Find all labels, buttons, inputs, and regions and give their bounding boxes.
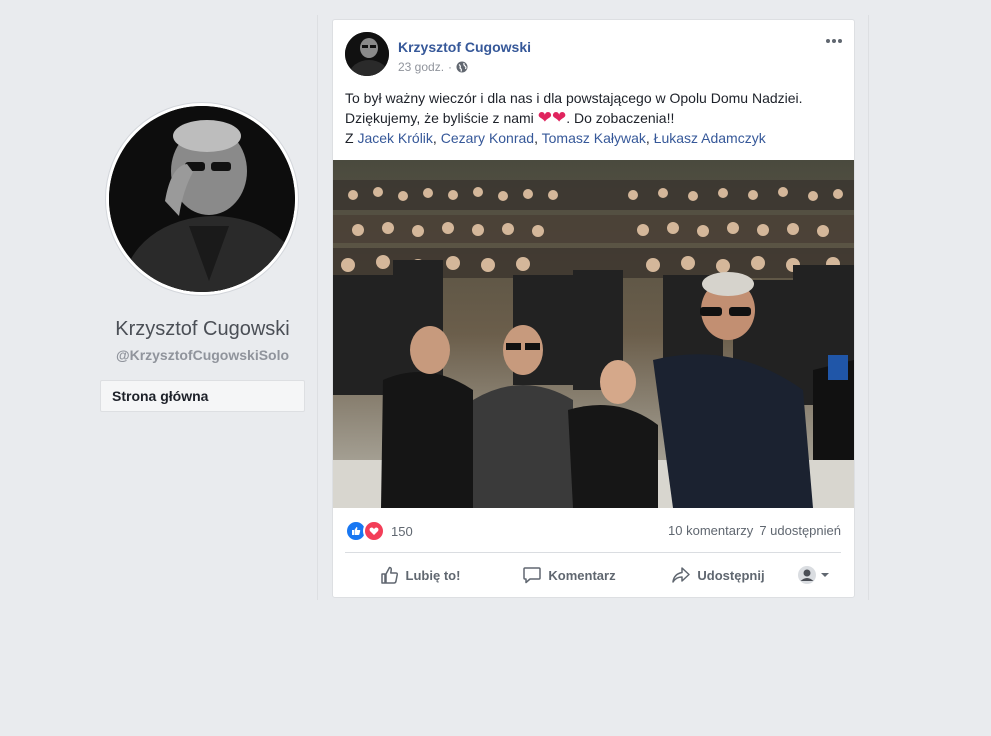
tagged-person[interactable]: Łukasz Adamczyk [654,130,766,146]
post-photo[interactable] [333,160,854,508]
tagged-person[interactable]: Jacek Królik [357,130,432,146]
like-label: Lubię to! [405,567,461,583]
reactions-summary[interactable]: 150 [345,520,413,542]
post-author-avatar[interactable] [345,32,389,76]
reaction-count: 150 [391,523,413,539]
share-button[interactable]: Udostępnij [643,565,793,585]
thumbs-up-icon [380,566,398,584]
tag-separator: , [645,130,654,146]
love-reaction-icon [363,520,385,542]
profile-photo-image [109,106,295,292]
page-name: Krzysztof Cugowski [115,318,290,340]
tagged-person[interactable]: Cezary Konrad [441,130,534,146]
post-author-name[interactable]: Krzysztof Cugowski [398,39,531,55]
tag-prefix: Z [345,130,358,146]
more-options-icon[interactable] [824,33,844,49]
comment-label: Komentarz [548,567,616,583]
heart-emoji: ❤ [537,108,552,127]
heart-emoji: ❤ [551,108,567,127]
post-meta: 23 godz. · [398,60,468,74]
tag-separator: , [432,130,441,146]
actions-divider [345,552,841,553]
column-divider-left [317,15,318,600]
post-stats: 10 komentarzy 7 udostępnień [668,523,841,538]
comments-count[interactable]: 10 komentarzy [668,523,753,538]
share-label: Udostępnij [697,567,765,583]
column-divider-right [868,15,869,600]
user-avatar-icon [797,566,816,584]
comment-icon [523,567,542,584]
author-avatar-image [345,32,389,76]
tagged-person[interactable]: Tomasz Kaływak [542,130,646,146]
shares-count[interactable]: 7 udostępnień [759,523,841,538]
post-text: To był ważny wieczór i dla nas i dla pow… [345,88,840,148]
share-arrow-icon [672,567,691,583]
profile-picture[interactable] [105,102,299,296]
share-as-selector[interactable] [793,565,833,585]
post-message-end: . Do zobaczenia!! [566,110,675,126]
comment-button[interactable]: Komentarz [495,565,643,585]
page-handle[interactable]: @KrzysztofCugowskiSolo [100,347,305,363]
globe-icon[interactable] [456,61,468,73]
post-timestamp[interactable]: 23 godz. [398,60,444,74]
tag-separator: , [534,130,542,146]
post-actions: Lubię to! Komentarz Udostępnij [345,558,841,592]
post-card: Krzysztof Cugowski 23 godz. · To był waż… [332,19,855,598]
nav-home-button[interactable]: Strona główna [100,380,305,412]
concert-audience-photo [333,160,854,508]
like-button[interactable]: Lubię to! [345,565,495,585]
meta-separator: · [448,60,453,74]
chevron-down-icon [820,573,829,577]
